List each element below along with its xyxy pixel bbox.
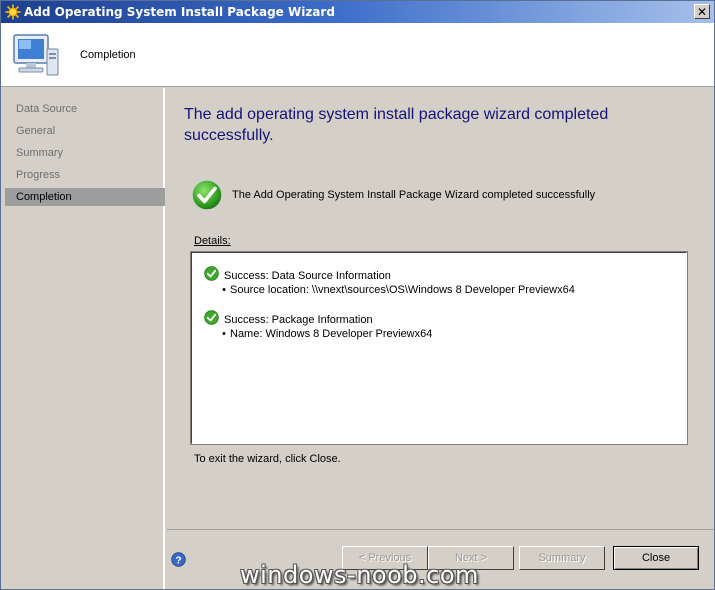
nav-item-progress[interactable]: Progress [5, 166, 165, 184]
window-title: Add Operating System Install Package Wiz… [24, 5, 335, 19]
details-label: Details: [194, 235, 231, 247]
close-icon: ✕ [696, 4, 708, 19]
exit-instructions: To exit the wizard, click Close. [194, 453, 341, 465]
nav-item-general[interactable]: General [5, 122, 165, 140]
close-button[interactable]: Close [613, 546, 699, 570]
detail-item: • Source location: \\vnext\sources\OS\Win… [222, 284, 575, 296]
page-heading: The add operating system install package… [184, 106, 609, 144]
details-box[interactable]: Success: Data Source Information • Source… [190, 251, 688, 445]
help-icon[interactable]: ? [171, 552, 186, 567]
title-bar[interactable]: Add Operating System Install Package Wiz… [1, 1, 714, 23]
close-window-button[interactable]: ✕ [694, 4, 710, 19]
wizard-sun-icon [5, 4, 21, 20]
wizard-header: Completion [1, 23, 714, 87]
detail-title: Success: Data Source Information [224, 270, 391, 282]
watermark-text: windows-noob.com [240, 561, 479, 589]
detail-title: Success: Package Information [224, 314, 373, 326]
wizard-nav: Data Source General Summary Progress Com… [1, 88, 165, 589]
main-panel: The add operating system install package… [167, 88, 714, 529]
nav-item-data-source[interactable]: Data Source [5, 100, 165, 118]
success-check-icon [191, 179, 223, 211]
nav-item-summary[interactable]: Summary [5, 144, 165, 162]
svg-text:?: ? [175, 555, 181, 566]
computer-monitor-icon [13, 34, 59, 76]
status-text: The Add Operating System Install Package… [232, 189, 596, 201]
success-check-icon [204, 310, 219, 325]
success-check-icon [204, 266, 219, 281]
summary-button[interactable]: Summary [519, 546, 605, 570]
wizard-window: Add Operating System Install Package Wiz… [0, 0, 715, 590]
nav-item-completion[interactable]: Completion [5, 188, 165, 206]
detail-item: • Name: Windows 8 Developer Previewx64 [222, 328, 433, 340]
header-page-name: Completion [80, 49, 136, 61]
